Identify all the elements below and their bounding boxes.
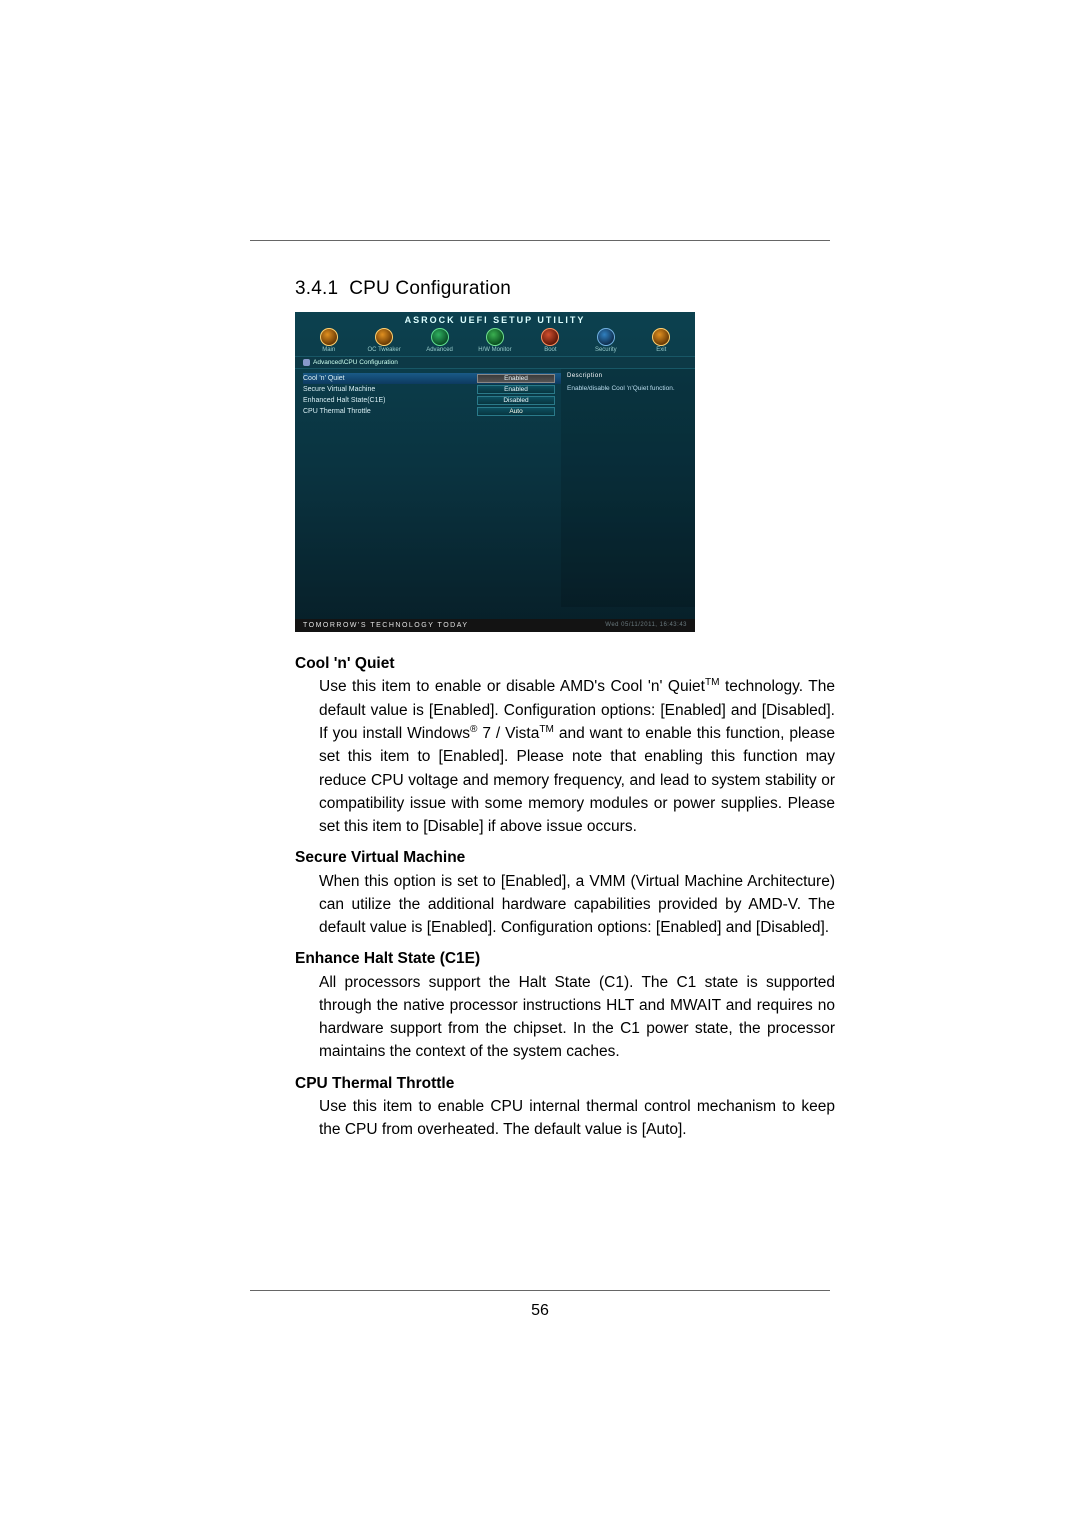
wrench-icon (431, 328, 449, 346)
bios-tab-label: H/W Monitor (478, 347, 511, 353)
bios-tab-main[interactable]: Main (301, 328, 356, 353)
section-title-text: CPU Configuration (349, 278, 511, 299)
item-body-thermal: Use this item to enable CPU internal the… (319, 1095, 835, 1142)
content-block: 3.4.1 CPU Configuration ASROCK UEFI SETU… (295, 278, 835, 1141)
bios-tab-label: Boot (544, 347, 556, 353)
bios-row-value[interactable]: Enabled (477, 374, 555, 383)
manual-text: Cool 'n' Quiet Use this item to enable o… (295, 652, 835, 1141)
item-body-coolnquiet: Use this item to enable or disable AMD's… (319, 675, 835, 838)
tm-mark: TM (539, 724, 554, 735)
bios-help-head: Description (567, 373, 689, 381)
breadcrumb-text: Advanced\CPU Configuration (313, 359, 398, 366)
back-icon[interactable] (303, 359, 310, 366)
page-number: 56 (0, 1302, 1080, 1320)
bios-help-panel: Description Enable/disable Cool 'n'Quiet… (561, 369, 695, 607)
text: 7 / Vista (477, 725, 539, 742)
bios-title: ASROCK UEFI SETUP UTILITY (295, 312, 695, 326)
bios-row-label: Secure Virtual Machine (303, 386, 375, 393)
item-title-coolnquiet: Cool 'n' Quiet (295, 652, 835, 675)
bios-row-svm[interactable]: Secure Virtual Machine Enabled (303, 384, 561, 395)
bios-tab-advanced[interactable]: Advanced (412, 328, 467, 353)
section-heading: 3.4.1 CPU Configuration (295, 278, 835, 300)
item-body-c1e: All processors support the Halt State (C… (319, 971, 835, 1064)
bios-breadcrumb[interactable]: Advanced\CPU Configuration (295, 357, 695, 369)
bios-tab-label: Main (322, 347, 335, 353)
bios-footer-slogan: TOMORROW'S TECHNOLOGY TODAY (303, 622, 469, 629)
bios-row-value[interactable]: Auto (477, 407, 555, 416)
bios-row-label: Enhanced Halt State(C1E) (303, 397, 386, 404)
bios-row-value[interactable]: Disabled (477, 396, 555, 405)
item-body-svm: When this option is set to [Enabled], a … (319, 870, 835, 940)
bios-row-thermal[interactable]: CPU Thermal Throttle Auto (303, 406, 561, 417)
bios-body: Cool 'n' Quiet Enabled Secure Virtual Ma… (295, 369, 695, 607)
bios-tab-octweaker[interactable]: OC Tweaker (356, 328, 411, 353)
bios-row-label: CPU Thermal Throttle (303, 408, 371, 415)
bios-tab-exit[interactable]: Exit (634, 328, 689, 353)
bios-tab-label: Security (595, 347, 617, 353)
item-title-thermal: CPU Thermal Throttle (295, 1072, 835, 1095)
bios-screenshot: ASROCK UEFI SETUP UTILITY Main OC Tweake… (295, 312, 695, 632)
bios-footer-timestamp: Wed 05/11/2011, 16:43:43 (605, 622, 687, 629)
item-title-c1e: Enhance Halt State (C1E) (295, 947, 835, 970)
text: Use this item to enable or disable AMD's… (319, 678, 705, 695)
bios-row-label: Cool 'n' Quiet (303, 375, 345, 382)
bios-row-value[interactable]: Enabled (477, 385, 555, 394)
bios-nav-tabs: Main OC Tweaker Advanced H/W Monitor Boo… (295, 326, 695, 357)
bios-tab-hwmonitor[interactable]: H/W Monitor (467, 328, 522, 353)
power-icon (541, 328, 559, 346)
bios-tab-label: OC Tweaker (368, 347, 401, 353)
bios-tab-label: Exit (656, 347, 666, 353)
bios-footer: TOMORROW'S TECHNOLOGY TODAY Wed 05/11/20… (295, 619, 695, 632)
bios-settings-list: Cool 'n' Quiet Enabled Secure Virtual Ma… (295, 369, 561, 607)
bios-row-c1e[interactable]: Enhanced Halt State(C1E) Disabled (303, 395, 561, 406)
tm-mark: TM (705, 677, 720, 688)
bios-tab-label: Advanced (426, 347, 453, 353)
item-title-svm: Secure Virtual Machine (295, 846, 835, 869)
shield-icon (597, 328, 615, 346)
bios-help-text: Enable/disable Cool 'n'Quiet function. (567, 385, 689, 393)
footer-rule (250, 1290, 830, 1291)
monitor-icon (486, 328, 504, 346)
manual-page: 3.4.1 CPU Configuration ASROCK UEFI SETU… (0, 0, 1080, 1527)
section-number: 3.4.1 (295, 278, 338, 299)
header-rule (250, 240, 830, 241)
home-icon (320, 328, 338, 346)
bios-tab-security[interactable]: Security (578, 328, 633, 353)
bios-tab-boot[interactable]: Boot (523, 328, 578, 353)
tweak-icon (375, 328, 393, 346)
bios-row-coolnquiet[interactable]: Cool 'n' Quiet Enabled (303, 373, 561, 384)
exit-icon (652, 328, 670, 346)
